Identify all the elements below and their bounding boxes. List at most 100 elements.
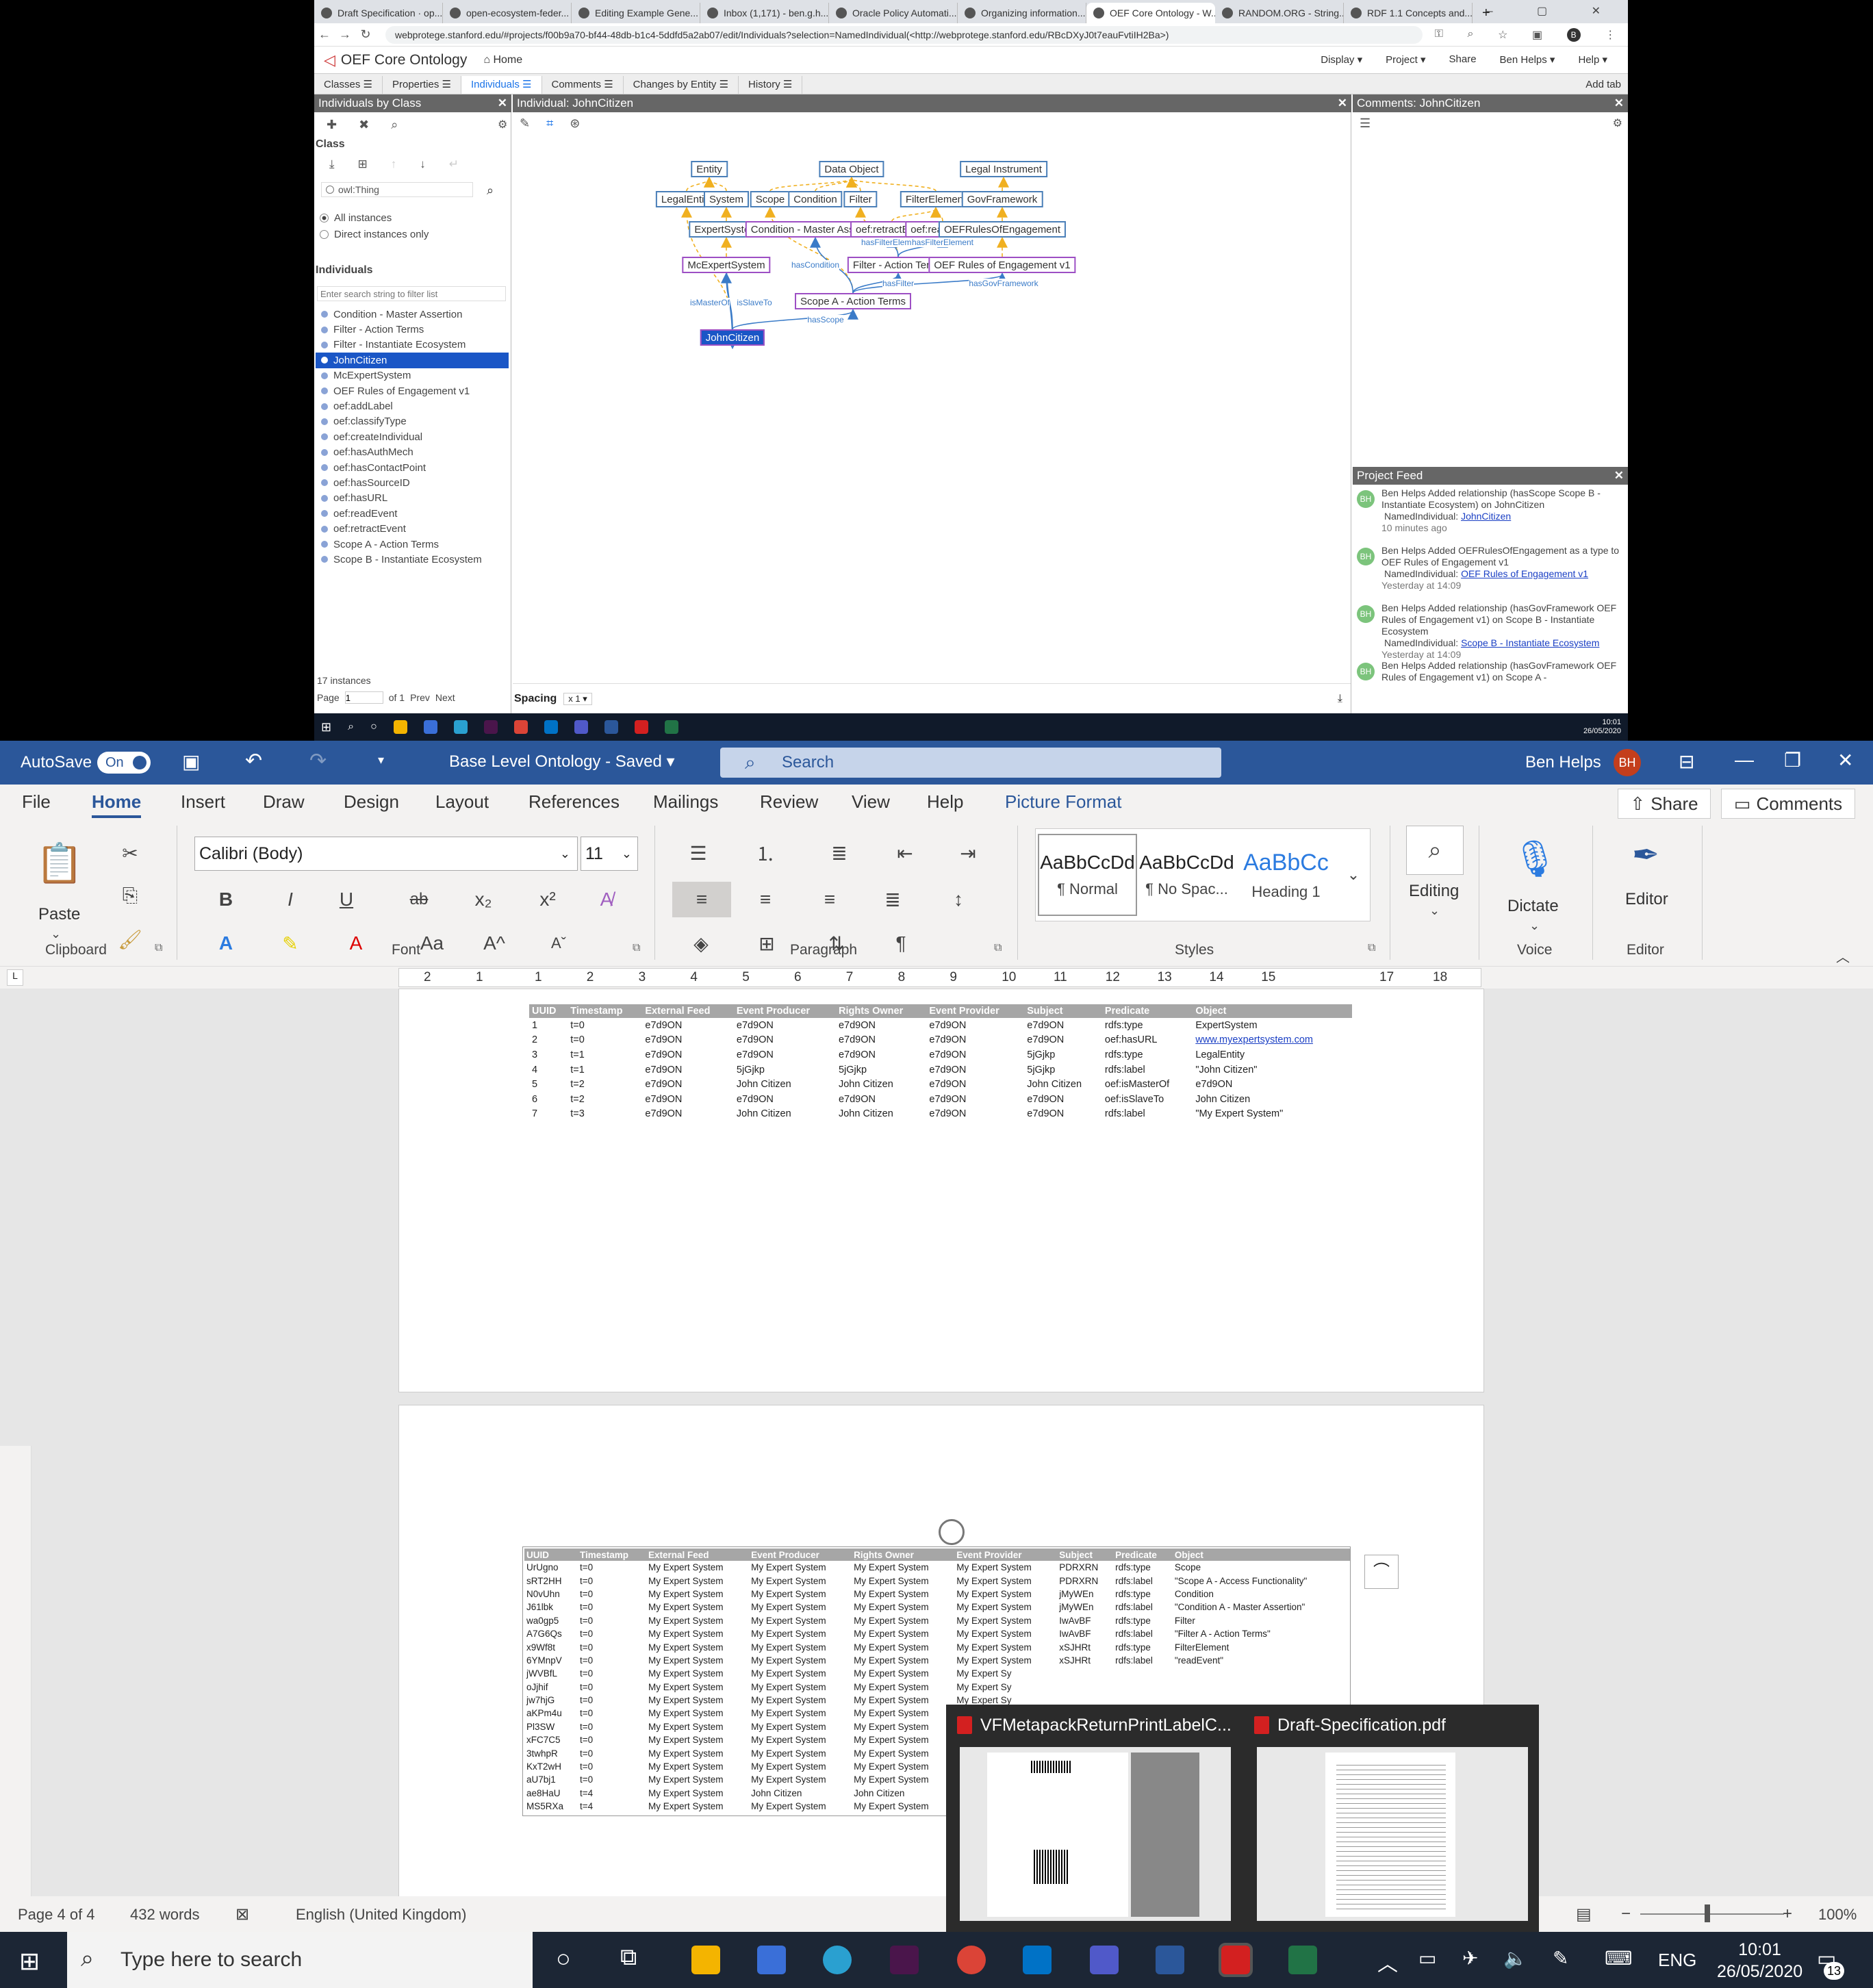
- autosave-toggle[interactable]: On: [97, 752, 151, 774]
- subscript-icon[interactable]: x₂: [470, 886, 497, 913]
- editor-button[interactable]: Editor: [1625, 890, 1668, 909]
- word-count[interactable]: 432 words: [130, 1906, 200, 1924]
- store-icon[interactable]: [423, 720, 437, 734]
- tab-classes[interactable]: Classes ☰: [314, 76, 383, 94]
- close-icon[interactable]: ✕: [1614, 467, 1624, 485]
- share-button[interactable]: ⇧ Share: [1618, 789, 1711, 819]
- zoom-level[interactable]: 100%: [1818, 1906, 1857, 1924]
- superscript-icon[interactable]: x²: [534, 886, 561, 913]
- edit-icon[interactable]: ✎: [520, 116, 530, 131]
- slack-icon[interactable]: [890, 1946, 919, 1974]
- cut-icon[interactable]: ✂: [116, 839, 144, 867]
- show-hidden-icons-icon[interactable]: ︿: [1377, 1947, 1398, 1977]
- format-painter-icon[interactable]: 🖌: [116, 926, 144, 953]
- browser-tab[interactable]: Oracle Policy Automati...✕: [829, 3, 958, 23]
- graph-node[interactable]: OEF Rules of Engagement v1: [928, 257, 1076, 273]
- individual-list-item[interactable]: JohnCitizen: [316, 353, 509, 368]
- graph-node[interactable]: Scope: [750, 191, 791, 207]
- back-icon[interactable]: ←: [314, 27, 335, 42]
- close-icon[interactable]: ✕: [1338, 94, 1347, 112]
- download-icon[interactable]: ⤓: [329, 157, 335, 171]
- radio-direct-instances[interactable]: Direct instances only: [320, 229, 429, 240]
- graph-node[interactable]: Entity: [691, 161, 728, 177]
- task-view-icon[interactable]: ⧉: [620, 1944, 637, 1971]
- search-icon[interactable]: ⌕: [391, 118, 398, 132]
- customize-icon[interactable]: ▾: [378, 753, 384, 767]
- layout-options-icon[interactable]: ⌒: [1364, 1555, 1399, 1589]
- feed-entity-link[interactable]: OEF Rules of Engagement v1: [1461, 568, 1588, 579]
- chrome-icon[interactable]: [513, 720, 528, 734]
- clear-formatting-icon[interactable]: A̸: [593, 886, 620, 913]
- extension-icon[interactable]: ▣: [1532, 28, 1542, 42]
- browser-tab[interactable]: Organizing information...✕: [958, 3, 1086, 23]
- editing-dropdown-icon[interactable]: ⌄: [1429, 904, 1440, 918]
- menu-file[interactable]: File: [22, 791, 51, 813]
- feed-entity-link[interactable]: Scope B - Instantiate Ecosystem: [1461, 637, 1599, 648]
- window-controls[interactable]: – ▢ ✕: [1487, 4, 1621, 18]
- windows-start-icon[interactable]: ⊞: [321, 720, 331, 735]
- styles-more-icon[interactable]: ⌄: [1338, 832, 1369, 917]
- individual-list-item[interactable]: Condition - Master Assertion: [316, 307, 509, 322]
- microphone-icon[interactable]: 🎙: [1512, 831, 1557, 886]
- graph-node[interactable]: Data Object: [819, 161, 884, 177]
- tab-menu-icon[interactable]: ☰: [780, 79, 792, 90]
- battery-icon[interactable]: ▭: [1418, 1947, 1436, 1970]
- cortana-icon[interactable]: ○: [556, 1944, 571, 1973]
- individual-list-item[interactable]: oef:readEvent: [316, 506, 509, 521]
- taskbar-search[interactable]: ⌕ Type here to search: [67, 1932, 533, 1988]
- search-box[interactable]: ⌕ Search: [720, 748, 1221, 778]
- paste-dropdown-icon[interactable]: ⌄: [51, 927, 61, 941]
- prev-button[interactable]: Prev: [410, 692, 430, 703]
- multilevel-list-icon[interactable]: ≣: [826, 839, 853, 867]
- graph-node[interactable]: Legal Instrument: [960, 161, 1047, 177]
- menu-draw[interactable]: Draw: [263, 791, 305, 813]
- individual-list-item[interactable]: oef:hasURL: [316, 491, 509, 506]
- ribbon-display-icon[interactable]: ⊟: [1679, 750, 1694, 773]
- find-icon[interactable]: ⌕: [1406, 826, 1464, 875]
- vertical-ruler[interactable]: [0, 1446, 31, 1896]
- graph-node[interactable]: GovFramework: [961, 191, 1043, 207]
- key-icon[interactable]: ⚿: [1435, 28, 1443, 42]
- browser-toolbar-icons[interactable]: ⚿ ⌕ ☆ ▣ B ⋮: [1423, 27, 1628, 42]
- bullets-icon[interactable]: ☰: [685, 839, 712, 867]
- return-icon[interactable]: ↵: [449, 157, 459, 171]
- individual-list-item[interactable]: oef:hasAuthMech: [316, 445, 509, 460]
- down-icon[interactable]: ↓: [420, 157, 426, 171]
- outlook-icon[interactable]: [1023, 1946, 1052, 1974]
- tab-comments[interactable]: Comments ☰: [542, 76, 624, 94]
- settings-icon[interactable]: ⚙: [1613, 116, 1622, 130]
- add-tab-button[interactable]: Add tab: [1585, 79, 1621, 90]
- show-formatting-icon[interactable]: ¶: [887, 930, 915, 957]
- settings-icon[interactable]: ⚙: [498, 118, 507, 131]
- zoom-thumb[interactable]: [1705, 1904, 1710, 1922]
- excel-icon[interactable]: [1288, 1946, 1317, 1974]
- feed-entity-link[interactable]: JohnCitizen: [1461, 511, 1511, 522]
- style-2[interactable]: AaBbCc Heading 1: [1236, 834, 1336, 916]
- graph-node[interactable]: FilterElement: [900, 191, 972, 207]
- delete-individual-icon[interactable]: ✖: [359, 118, 369, 132]
- pen-icon[interactable]: ✎: [1553, 1947, 1568, 1970]
- tab-properties[interactable]: Properties ☰: [383, 76, 461, 94]
- word-icon[interactable]: [1156, 1946, 1184, 1974]
- menu-layout[interactable]: Layout: [435, 791, 489, 813]
- shading-icon[interactable]: ◈: [687, 930, 715, 957]
- dialog-launcher-icon[interactable]: ⧉: [1368, 942, 1375, 954]
- close-icon[interactable]: ✕: [1837, 749, 1853, 772]
- restore-icon[interactable]: ❐: [1784, 749, 1801, 772]
- download-icon[interactable]: ⤓: [1338, 693, 1342, 705]
- class-field[interactable]: owl:Thing: [321, 182, 473, 197]
- tab-menu-icon[interactable]: ☰: [439, 79, 451, 90]
- grow-font-icon[interactable]: A^: [481, 930, 508, 957]
- tab-menu-icon[interactable]: ☰: [520, 79, 531, 90]
- zoom-in-icon[interactable]: +: [1783, 1904, 1792, 1924]
- align-center-icon[interactable]: ≡: [752, 886, 779, 913]
- underline-icon[interactable]: U: [333, 886, 360, 913]
- individual-list-item[interactable]: oef:retractEvent: [316, 521, 509, 536]
- collapse-ribbon-icon[interactable]: ︿: [1836, 946, 1850, 966]
- network-icon[interactable]: ✈: [1462, 1947, 1478, 1970]
- tab-selector-icon[interactable]: L: [7, 969, 23, 986]
- shrink-font-icon[interactable]: Aˇ: [545, 930, 572, 957]
- menu-icon[interactable]: ⋮: [1605, 28, 1616, 42]
- individual-list-item[interactable]: Filter - Instantiate Ecosystem: [316, 337, 509, 353]
- chrome-icon[interactable]: [957, 1946, 986, 1974]
